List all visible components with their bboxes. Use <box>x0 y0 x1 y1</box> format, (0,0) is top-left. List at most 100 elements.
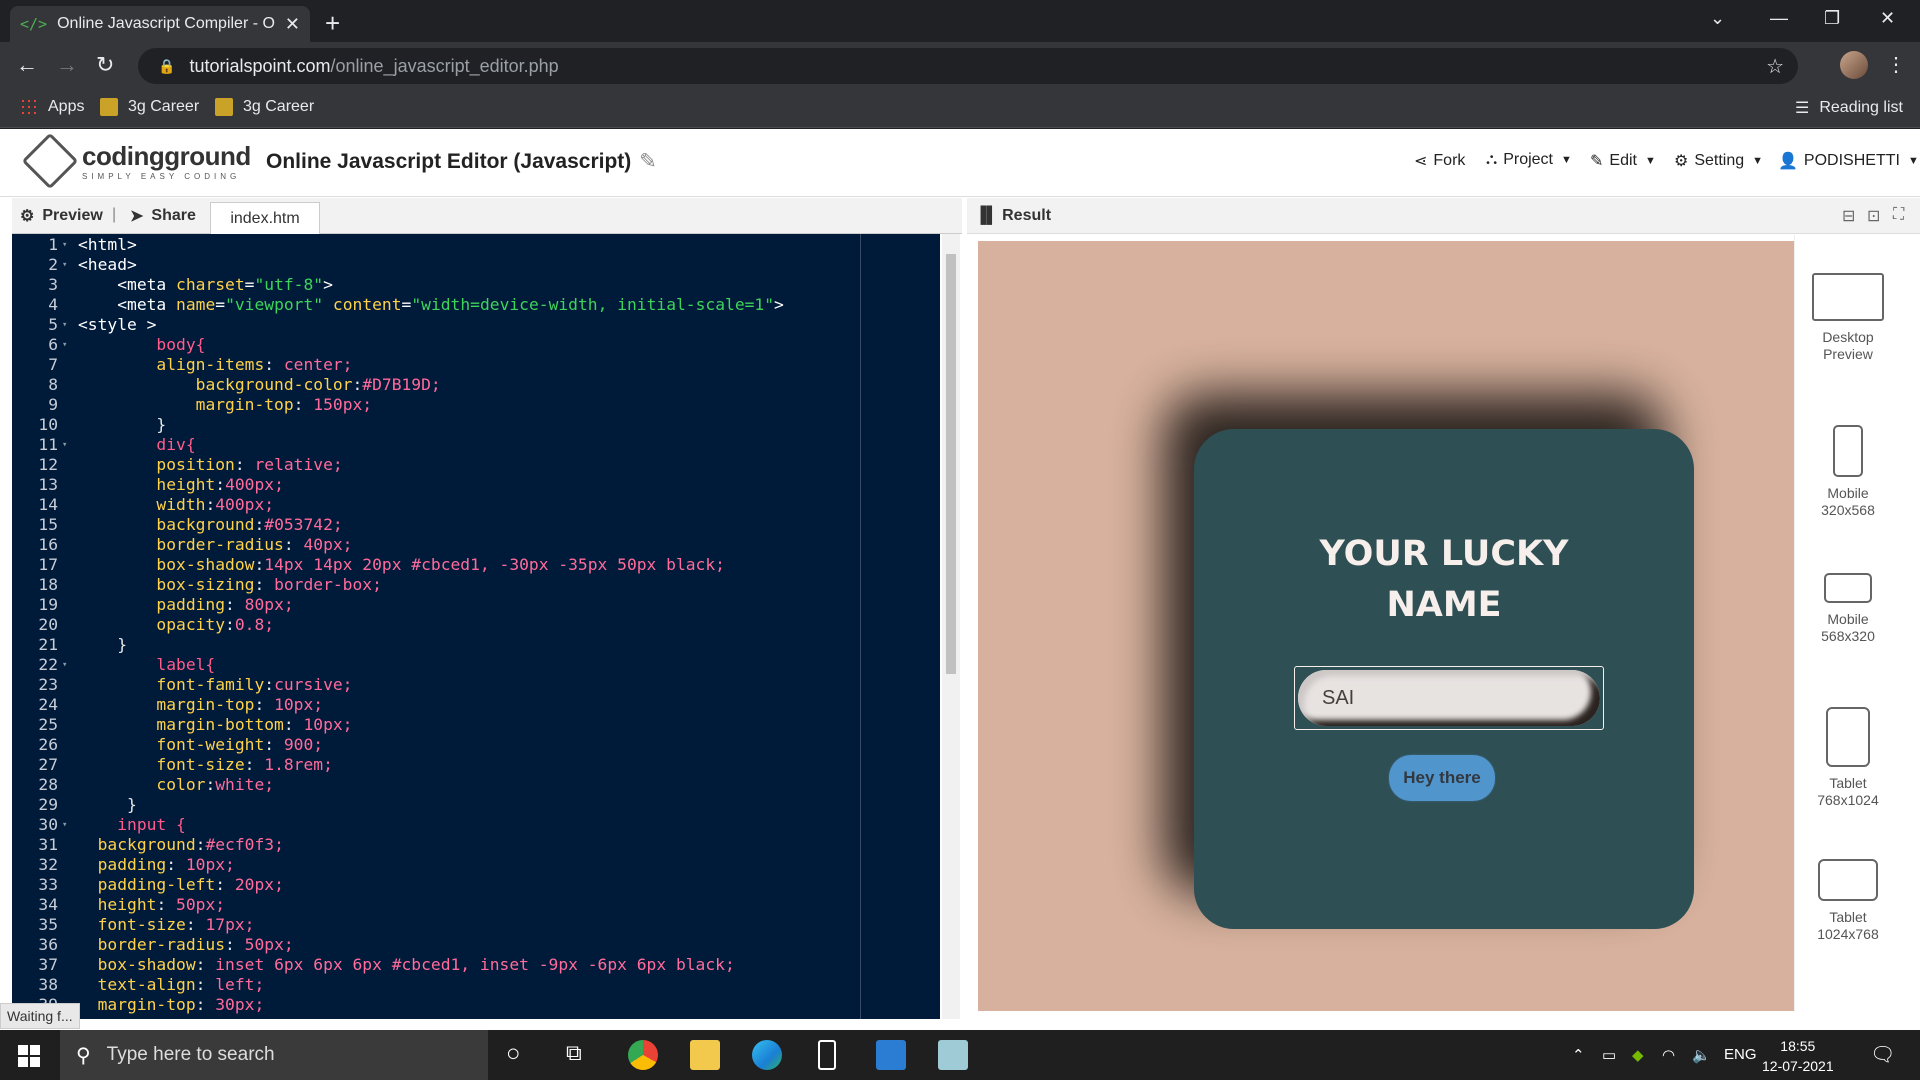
profile-avatar[interactable] <box>1840 51 1868 79</box>
address-bar[interactable]: 🔒 tutorialspoint.com/online_javascript_e… <box>138 48 1798 84</box>
device-desktop[interactable]: Desktop Preview <box>1795 273 1901 363</box>
word-icon[interactable] <box>876 1040 906 1070</box>
code-line: font-size: 1.8rem; <box>156 755 333 774</box>
scrollbar-thumb[interactable] <box>946 254 956 674</box>
restore-icon[interactable]: ❐ <box>1824 8 1840 29</box>
fold-arrow-icon[interactable]: ▾ <box>62 655 67 675</box>
career-icon <box>215 98 233 116</box>
code-line: <html> <box>78 235 137 254</box>
editor-scrollbar[interactable] <box>942 234 960 1019</box>
task-view-icon[interactable]: ⧉ <box>566 1040 596 1070</box>
line-number: 18 <box>38 575 58 594</box>
line-number: 3 <box>48 275 58 294</box>
fold-arrow-icon[interactable]: ▾ <box>62 335 67 355</box>
file-tab-index[interactable]: index.htm <box>210 202 320 234</box>
nvidia-icon[interactable]: ◆ <box>1632 1046 1644 1064</box>
edit-label: Edit <box>1609 152 1637 169</box>
wifi-icon[interactable]: ◠ <box>1662 1046 1675 1064</box>
show-hidden-icons[interactable]: ⌃ <box>1572 1046 1585 1064</box>
line-number: 12 <box>38 455 58 474</box>
preview-scrollbar[interactable] <box>1900 235 1920 1011</box>
page: codingground SIMPLY EASY CODING Online J… <box>0 129 1920 1030</box>
search-icon: ⚲ <box>76 1044 91 1067</box>
reading-list[interactable]: ☰ Reading list <box>1795 98 1903 118</box>
edge-icon[interactable] <box>752 1040 782 1070</box>
browser-tab[interactable]: </> Online Javascript Compiler - Onli ✕ <box>10 6 310 42</box>
device-mobile-landscape[interactable]: Mobile 568x320 <box>1795 573 1901 645</box>
editor-tabs: ⚙ Preview | ➤ Share index.htm <box>12 198 962 234</box>
kebab-menu-icon[interactable]: ⋮ <box>1886 52 1906 77</box>
windows-start-icon[interactable] <box>18 1045 40 1067</box>
fullscreen-icon[interactable]: ⛶ <box>1893 206 1904 224</box>
device-size: 320x568 <box>1821 502 1875 518</box>
fold-arrow-icon[interactable]: ▾ <box>62 815 67 835</box>
collapse-icon[interactable]: ⊟ <box>1842 206 1855 226</box>
phone-icon[interactable] <box>818 1040 836 1070</box>
bar-chart-icon: ▐▌ <box>975 207 1003 224</box>
fold-arrow-icon[interactable]: ▾ <box>62 435 67 455</box>
name-input[interactable]: SAI <box>1298 670 1600 726</box>
fork-menu[interactable]: ⋖ Fork <box>1414 151 1465 171</box>
user-label: PODISHETTI <box>1803 152 1900 169</box>
forward-icon[interactable]: → <box>56 52 78 78</box>
setting-label: Setting <box>1694 152 1745 169</box>
bookmark-apps[interactable]: Apps <box>20 98 84 116</box>
app-icon[interactable] <box>938 1040 968 1070</box>
close-tab-icon[interactable]: ✕ <box>285 14 300 35</box>
fold-arrow-icon[interactable]: ▾ <box>62 235 67 255</box>
hey-there-button[interactable]: Hey there <box>1389 755 1495 801</box>
line-number: 25 <box>38 715 58 734</box>
battery-icon[interactable]: ▭ <box>1602 1046 1616 1064</box>
lucky-name-card: YOUR LUCKY NAME SAI Hey there <box>1194 429 1694 929</box>
setting-menu[interactable]: ⚙ Setting ▼ <box>1674 151 1763 171</box>
volume-icon[interactable]: 🔈 <box>1692 1046 1711 1064</box>
cortana-icon[interactable]: ○ <box>506 1040 536 1070</box>
tab-title: Online Javascript Compiler - Onli <box>57 15 275 32</box>
page-title-text: Online Javascript Editor (Javascript) <box>266 150 632 173</box>
clock-time: 18:55 <box>1780 1038 1816 1054</box>
edit-title-icon[interactable]: ✎ <box>639 150 657 173</box>
device-name: Desktop <box>1822 329 1874 345</box>
device-mobile-portrait[interactable]: Mobile 320x568 <box>1795 425 1901 519</box>
code-line: padding: 80px; <box>156 595 294 614</box>
code-editor[interactable]: 1 ▾ 2 ▾ 3 4 5 ▾ 6 ▾ 7 8 9 10 11 ▾ 12 13 14 15 16 17 18 19 20 21 22… <box>12 234 940 1019</box>
device-tablet-portrait[interactable]: Tablet 768x1024 <box>1795 707 1901 809</box>
share-button[interactable]: ➤ Share <box>130 206 196 226</box>
reload-icon[interactable]: ↻ <box>96 52 114 78</box>
edit-menu[interactable]: ✎ Edit ▼ <box>1590 151 1656 171</box>
file-explorer-icon[interactable] <box>690 1040 720 1070</box>
new-tab-icon[interactable]: + <box>325 8 340 39</box>
code-line: } <box>78 415 167 434</box>
chrome-icon[interactable] <box>628 1040 658 1070</box>
compress-icon[interactable]: ⊡ <box>1867 206 1880 226</box>
back-icon[interactable]: ← <box>16 52 38 78</box>
line-number: 8 <box>48 375 58 394</box>
notifications-icon[interactable]: 🗨 <box>1870 1042 1895 1067</box>
clock[interactable]: 18:55 12-07-2021 <box>1762 1036 1834 1076</box>
fold-arrow-icon[interactable]: ▾ <box>62 255 67 275</box>
device-tablet-landscape[interactable]: Tablet 1024x768 <box>1795 859 1901 943</box>
language-indicator[interactable]: ENG <box>1724 1046 1757 1063</box>
user-menu[interactable]: 👤 PODISHETTI ▼ <box>1778 151 1919 171</box>
preview-button[interactable]: ⚙ Preview <box>20 206 103 226</box>
codingground-logo[interactable]: codingground SIMPLY EASY CODING <box>21 132 251 190</box>
project-menu[interactable]: ⛬ Project ▼ <box>1486 151 1572 169</box>
divider: | <box>112 206 117 223</box>
bookmark-3g-career-1[interactable]: 3g Career <box>100 98 199 116</box>
line-number: 38 <box>38 975 58 994</box>
close-window-icon[interactable]: ✕ <box>1880 8 1895 29</box>
lock-icon: 🔒 <box>158 57 176 74</box>
bookmark-3g-career-2[interactable]: 3g Career <box>215 98 314 116</box>
line-number: 2 <box>48 255 58 274</box>
taskbar-search[interactable]: ⚲ Type here to search <box>60 1030 488 1080</box>
tab-search-icon[interactable]: ⌄ <box>1710 8 1725 29</box>
bookmark-label: 3g Career <box>128 98 200 115</box>
fold-arrow-icon[interactable]: ▾ <box>62 315 67 335</box>
line-number: 21 <box>38 635 58 654</box>
bookmark-star-icon[interactable]: ☆ <box>1766 54 1784 79</box>
minimize-icon[interactable]: — <box>1770 8 1788 29</box>
caret-down-icon: ▼ <box>1907 155 1919 167</box>
line-number: 24 <box>38 695 58 714</box>
code-line: background:#053742; <box>156 515 343 534</box>
code-line: height: 50px; <box>97 895 226 914</box>
